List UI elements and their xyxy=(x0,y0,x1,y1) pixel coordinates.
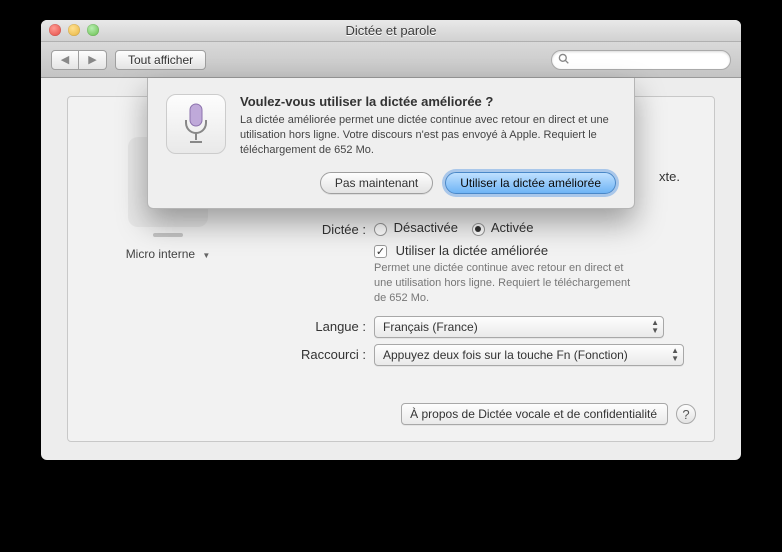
language-value: Français (France) xyxy=(383,320,478,334)
chevron-right-icon: ▶ xyxy=(88,53,96,66)
zoom-button[interactable] xyxy=(87,24,99,36)
radio-off-indicator xyxy=(374,223,387,236)
enhanced-checkbox-label: Utiliser la dictée améliorée xyxy=(396,243,548,258)
language-label: Langue : xyxy=(84,316,374,338)
help-icon: ? xyxy=(682,407,689,422)
use-enhanced-button[interactable]: Utiliser la dictée améliorée xyxy=(445,172,616,194)
radio-off[interactable]: Désactivée xyxy=(374,220,458,235)
shortcut-row: Raccourci : Appuyez deux fois sur la tou… xyxy=(84,344,698,366)
dialog-title: Voulez-vous utiliser la dictée améliorée… xyxy=(240,94,616,109)
shortcut-value: Appuyez deux fois sur la touche Fn (Fonc… xyxy=(383,348,628,362)
prefs-window: Dictée et parole ◀ ▶ Tout afficher xyxy=(41,20,741,460)
dialog-buttons: Pas maintenant Utiliser la dictée amélio… xyxy=(166,172,616,194)
close-button[interactable] xyxy=(49,24,61,36)
not-now-label: Pas maintenant xyxy=(335,176,418,190)
chevron-down-icon: ▼ xyxy=(202,251,210,260)
radio-on-label: Activée xyxy=(491,220,534,235)
shortcut-popup[interactable]: Appuyez deux fois sur la touche Fn (Fonc… xyxy=(374,344,684,366)
traffic-lights xyxy=(49,24,99,36)
checkbox-indicator: ✓ xyxy=(374,245,387,258)
input-source-label: Micro interne xyxy=(126,247,195,261)
enhanced-description: Permet une dictée continue avec retour e… xyxy=(374,261,634,306)
microphone-icon xyxy=(166,94,226,154)
footer-row: À propos de Dictée vocale et de confiden… xyxy=(401,403,696,425)
help-button[interactable]: ? xyxy=(676,404,696,424)
radio-on[interactable]: Activée xyxy=(472,220,534,235)
forward-button[interactable]: ▶ xyxy=(79,50,107,70)
search-icon xyxy=(558,53,569,67)
updown-icon: ▲▼ xyxy=(651,319,659,335)
back-button[interactable]: ◀ xyxy=(51,50,79,70)
not-now-button[interactable]: Pas maintenant xyxy=(320,172,433,194)
input-source-dropdown[interactable]: Micro interne ▼ xyxy=(98,247,238,261)
mic-stand-icon xyxy=(153,233,183,237)
nav-buttons: ◀ ▶ xyxy=(51,50,107,70)
radio-on-indicator xyxy=(472,223,485,236)
shortcut-label: Raccourci : xyxy=(84,344,374,366)
language-row: Langue : Français (France) ▲▼ xyxy=(84,316,698,338)
titlebar: Dictée et parole xyxy=(41,20,741,42)
use-enhanced-label: Utiliser la dictée améliorée xyxy=(460,176,601,190)
updown-icon: ▲▼ xyxy=(671,347,679,363)
search-field[interactable] xyxy=(551,50,731,70)
dialog-text: Voulez-vous utiliser la dictée améliorée… xyxy=(240,94,616,158)
chevron-left-icon: ◀ xyxy=(61,53,69,66)
show-all-button[interactable]: Tout afficher xyxy=(115,50,206,70)
dialog-body: La dictée améliorée permet une dictée co… xyxy=(240,113,616,158)
window-title: Dictée et parole xyxy=(41,23,741,38)
toolbar: ◀ ▶ Tout afficher xyxy=(41,42,741,78)
show-all-label: Tout afficher xyxy=(128,53,193,67)
about-privacy-button[interactable]: À propos de Dictée vocale et de confiden… xyxy=(401,403,668,425)
dialog-sheet: Voulez-vous utiliser la dictée améliorée… xyxy=(147,78,635,209)
about-privacy-label: À propos de Dictée vocale et de confiden… xyxy=(410,407,657,421)
minimize-button[interactable] xyxy=(68,24,80,36)
language-popup[interactable]: Français (France) ▲▼ xyxy=(374,316,664,338)
search-input[interactable] xyxy=(573,53,724,67)
enhanced-checkbox[interactable]: ✓ Utiliser la dictée améliorée xyxy=(374,243,548,258)
radio-off-label: Désactivée xyxy=(394,220,458,235)
truncated-background-text: xte. xyxy=(659,169,680,184)
